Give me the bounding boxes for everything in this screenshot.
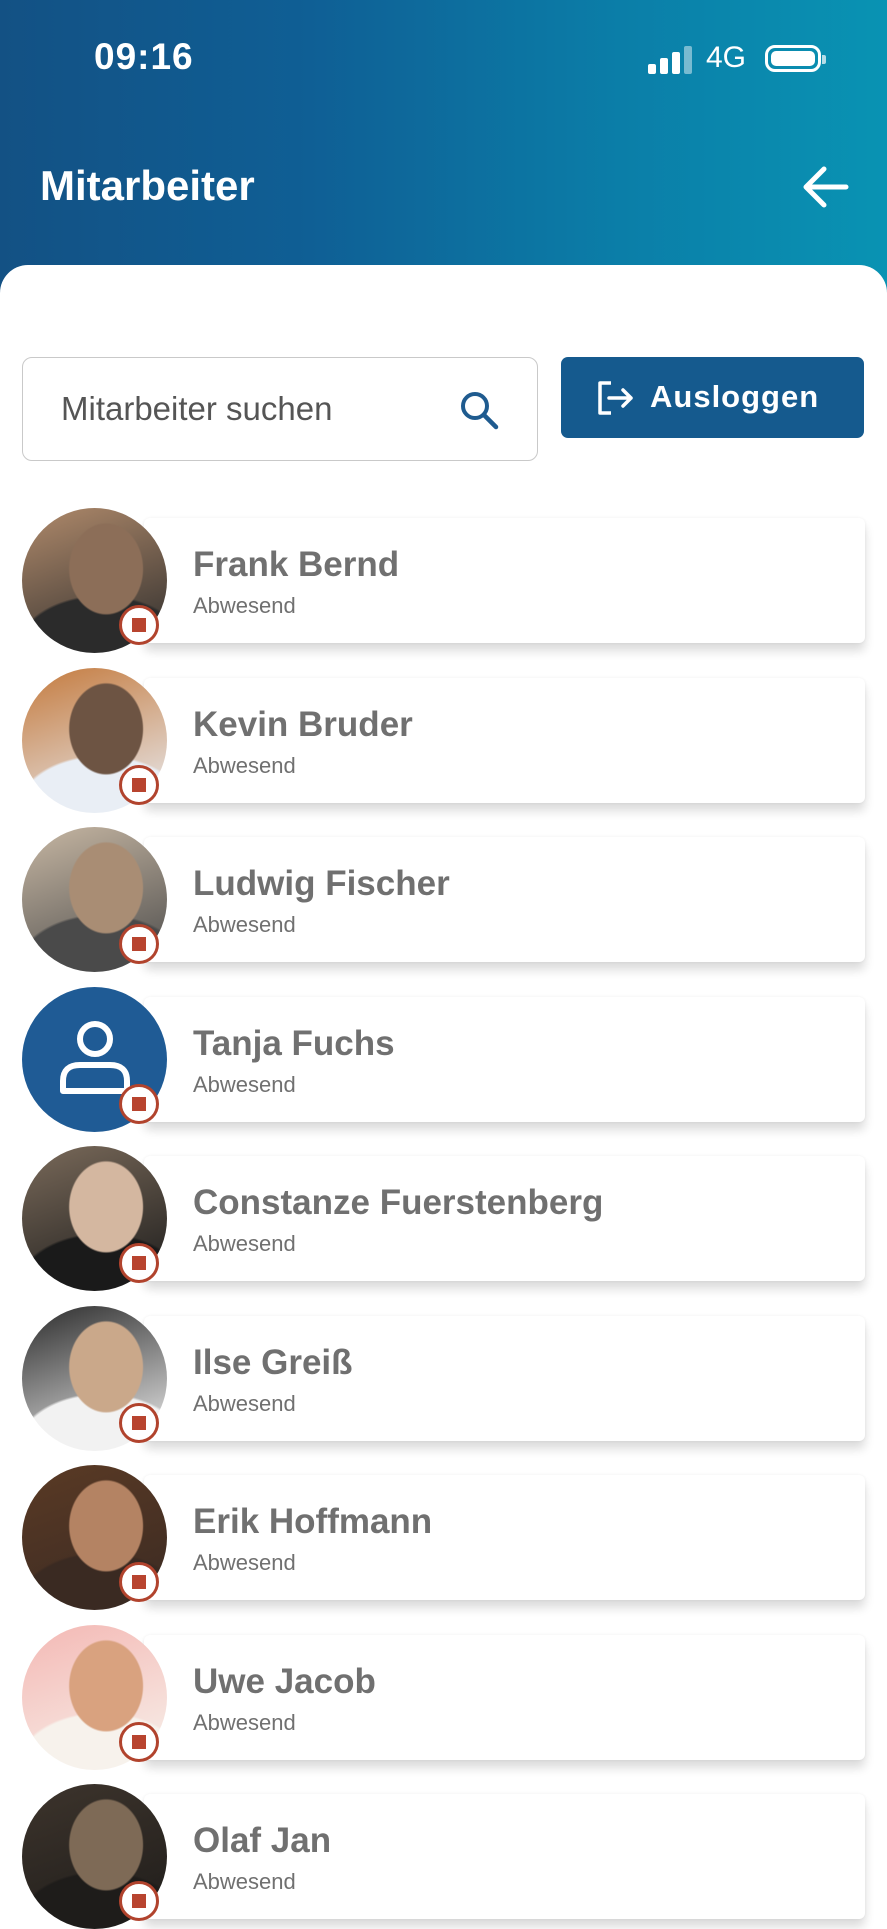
absent-status-icon [119, 605, 159, 645]
employee-status: Abwesend [193, 1231, 296, 1256]
absent-status-icon [119, 1083, 159, 1124]
employee-status: Abwesend [193, 912, 296, 937]
search-input[interactable] [59, 358, 443, 460]
absent-status-icon [119, 1402, 159, 1443]
employee-name: Uwe Jacob [193, 1661, 376, 1701]
absent-status-icon [119, 1562, 159, 1602]
logout-icon [598, 381, 633, 415]
arrow-left-icon [803, 166, 849, 208]
employee-name: Olaf Jan [193, 1821, 332, 1860]
employee-name: Kevin Bruder [193, 704, 413, 744]
employee-row[interactable]: Ludwig Fischer Abwesend [22, 827, 865, 972]
absent-status-icon [119, 764, 159, 805]
employee-row[interactable]: Olaf Jan Abwesend [22, 1784, 865, 1929]
employee-status: Abwesend [193, 1071, 296, 1097]
employee-status: Abwesend [193, 752, 296, 778]
employee-name: Erik Hoffmann [193, 1502, 433, 1541]
absent-status-icon [119, 1243, 159, 1283]
employee-row[interactable]: Uwe Jacob Abwesend [22, 1624, 865, 1770]
employee-row[interactable]: Ilse Greiß Abwesend [22, 1305, 865, 1451]
employee-name: Constanze Fuerstenberg [193, 1183, 604, 1222]
absent-status-icon [119, 924, 159, 964]
employee-status: Abwesend [193, 1390, 296, 1416]
employee-name: Ilse Greiß [193, 1342, 353, 1382]
status-time: 09:16 [94, 36, 194, 77]
page-title: Mitarbeiter [40, 162, 255, 209]
employee-row[interactable]: Tanja Fuchs Abwesend [22, 986, 865, 1132]
network-label: 4G [706, 41, 747, 74]
employee-status: Abwesend [193, 1550, 296, 1575]
app-header: 09:16 4G Mitarbeiter [0, 0, 887, 300]
employee-row[interactable]: Frank Bernd Abwesend [22, 508, 865, 653]
logout-label: Ausloggen [650, 379, 820, 414]
battery-icon [765, 45, 826, 72]
employee-name: Tanja Fuchs [193, 1023, 395, 1063]
absent-status-icon [119, 1721, 159, 1762]
employee-row[interactable]: Constanze Fuerstenberg Abwesend [22, 1146, 865, 1291]
back-button[interactable] [798, 163, 850, 211]
search-field[interactable] [22, 357, 538, 461]
search-icon[interactable] [457, 388, 501, 432]
employee-status: Abwesend [193, 1869, 296, 1894]
person-icon [60, 1020, 130, 1094]
employee-row[interactable]: Erik Hoffmann Abwesend [22, 1465, 865, 1610]
employee-status: Abwesend [193, 1709, 296, 1735]
employee-name: Ludwig Fischer [193, 864, 450, 903]
employee-name: Frank Bernd [193, 545, 400, 584]
employee-status: Abwesend [193, 593, 296, 618]
absent-status-icon [119, 1881, 159, 1921]
cellular-signal-icon [648, 44, 693, 74]
logout-button[interactable]: Ausloggen [561, 357, 864, 438]
employee-row[interactable]: Kevin Bruder Abwesend [22, 667, 865, 813]
